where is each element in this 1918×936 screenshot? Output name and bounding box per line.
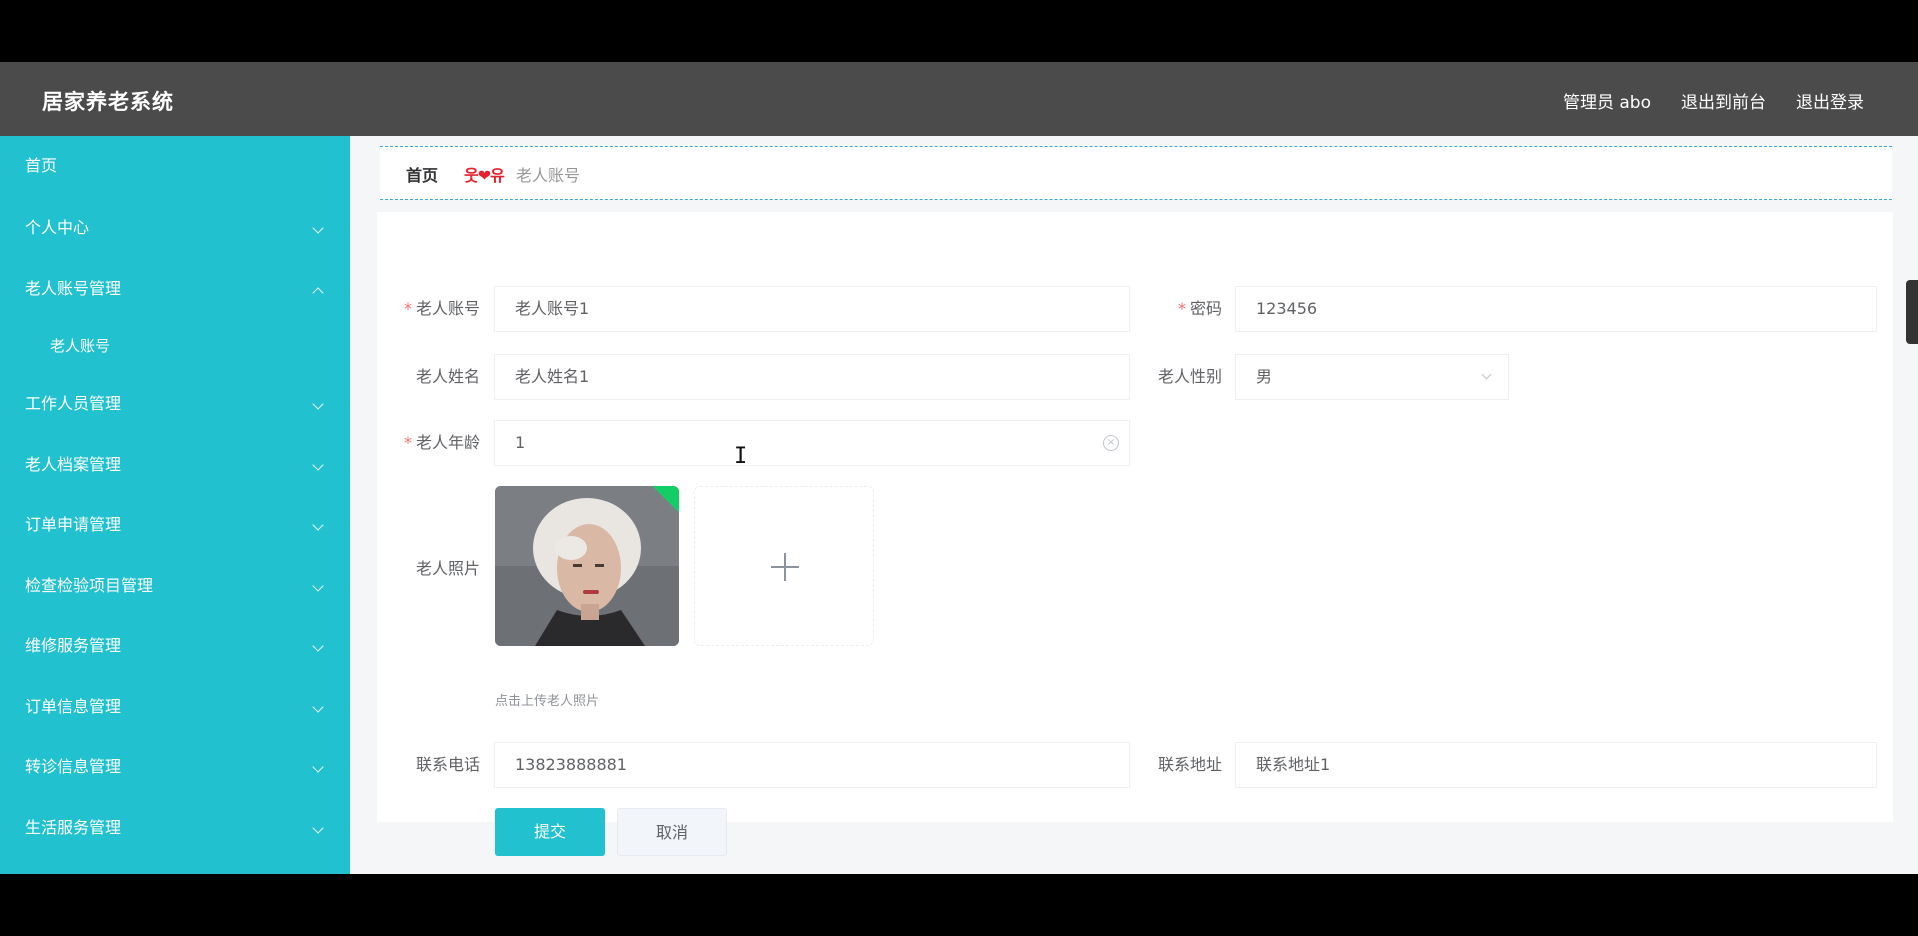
submit-button[interactable]: 提交 [495, 808, 605, 856]
address-input[interactable]: 联系地址1 [1235, 742, 1877, 788]
chevron-up-icon [312, 286, 324, 299]
top-header: 居家养老系统 管理员 abo 退出到前台 退出登录 [0, 62, 1918, 136]
breadcrumb: 首页 웃❤유 老人账号 [380, 146, 1892, 200]
top-nav: 管理员 abo 退出到前台 退出登录 [1563, 88, 1864, 113]
phone-label: 联系电话 [415, 755, 480, 774]
sidebar-item-label: 首页 [25, 156, 58, 175]
sidebar-item-label: 老人账号 [50, 337, 111, 355]
logout-link[interactable]: 退出登录 [1796, 88, 1864, 113]
name-label: 老人姓名 [415, 367, 480, 386]
gender-select[interactable]: 男 [1235, 354, 1509, 400]
sidebar-subitem-elder-account[interactable]: 老人账号 [0, 319, 350, 374]
chevron-down-icon [1481, 369, 1492, 380]
sidebar-item-repair-service-mgmt[interactable]: 维修服务管理 [0, 616, 350, 677]
exit-to-front-link[interactable]: 退出到前台 [1681, 88, 1766, 113]
sidebar-item-label: 工作人员管理 [25, 394, 122, 413]
sidebar-item-home[interactable]: 首页 [0, 136, 350, 198]
chevron-down-icon [312, 821, 324, 834]
plus-icon [784, 553, 786, 581]
sidebar-item-label: 订单申请管理 [25, 515, 122, 534]
chevron-down-icon [312, 700, 324, 713]
sidebar-item-label: 老人档案管理 [25, 454, 122, 474]
sidebar: 首页 个人中心 老人账号管理 老人账号 工作人员管理 老人档案管理 订单申请管理… [0, 136, 350, 874]
chevron-down-icon [312, 222, 324, 234]
sidebar-item-label: 检查检验项目管理 [25, 575, 154, 595]
chevron-down-icon [312, 761, 324, 773]
age-input[interactable]: 1 × [494, 420, 1130, 466]
sidebar-item-personal-center[interactable]: 个人中心 [0, 198, 350, 259]
account-label: * 老人账号 [403, 299, 480, 318]
sidebar-item-label: 转诊信息管理 [25, 757, 122, 776]
clear-icon[interactable]: × [1103, 435, 1119, 451]
gender-label: 老人性别 [1157, 367, 1222, 386]
sidebar-item-label: 订单信息管理 [25, 696, 122, 716]
age-input-value: 1 [515, 433, 526, 452]
sidebar-item-label: 老人账号管理 [25, 278, 122, 298]
elder-portrait-image [495, 486, 679, 646]
app-frame: 居家养老系统 管理员 abo 退出到前台 退出登录 首页 个人中心 老人账号管理… [0, 62, 1918, 874]
sidebar-item-staff-mgmt[interactable]: 工作人员管理 [0, 374, 350, 435]
photo-label: 老人照片 [415, 559, 480, 578]
breadcrumb-home[interactable]: 首页 [406, 162, 438, 186]
breadcrumb-current: 老人账号 [516, 166, 581, 185]
sidebar-item-elder-archive-mgmt[interactable]: 老人档案管理 [0, 435, 350, 496]
app-title: 居家养老系统 [42, 90, 174, 114]
sidebar-item-label: 生活服务管理 [25, 817, 122, 837]
gender-select-value: 男 [1256, 367, 1273, 386]
sidebar-item-inspection-project-mgmt[interactable]: 检查检验项目管理 [0, 556, 350, 617]
sidebar-item-referral-info-mgmt[interactable]: 转诊信息管理 [0, 737, 350, 798]
upload-add-button[interactable] [694, 486, 874, 646]
admin-user-link[interactable]: 管理员 abo [1563, 88, 1651, 113]
chevron-down-icon [312, 398, 324, 410]
age-label: * 老人年龄 [403, 433, 480, 452]
chevron-down-icon [312, 458, 324, 471]
account-input[interactable]: 老人账号1 [494, 286, 1130, 332]
chevron-down-icon [312, 519, 324, 531]
name-input[interactable]: 老人姓名1 [494, 354, 1130, 400]
sidebar-item-elder-account-mgmt[interactable]: 老人账号管理 [0, 259, 350, 320]
sidebar-item-order-application-mgmt[interactable]: 订单申请管理 [0, 495, 350, 556]
chevron-down-icon [312, 579, 324, 592]
phone-input[interactable]: 13823888881 [494, 742, 1130, 788]
elder-portrait-icon[interactable] [495, 486, 679, 646]
side-scroll-handle[interactable] [1906, 280, 1918, 344]
password-input[interactable]: 123456 [1235, 286, 1877, 332]
text-cursor-icon: I [734, 444, 748, 469]
sidebar-item-label: 维修服务管理 [25, 636, 122, 655]
sidebar-item-order-info-mgmt[interactable]: 订单信息管理 [0, 677, 350, 738]
sidebar-item-label: 个人中心 [25, 218, 90, 237]
breadcrumb-separator: 웃❤유 [464, 166, 505, 185]
photo-upload-hint: 点击上传老人照片 [495, 694, 600, 709]
chevron-down-icon [312, 640, 324, 652]
password-label: * 密码 [1177, 299, 1222, 318]
address-label: 联系地址 [1157, 755, 1222, 774]
cancel-button[interactable]: 取消 [617, 808, 727, 856]
sidebar-item-life-service-mgmt[interactable]: 生活服务管理 [0, 798, 350, 859]
